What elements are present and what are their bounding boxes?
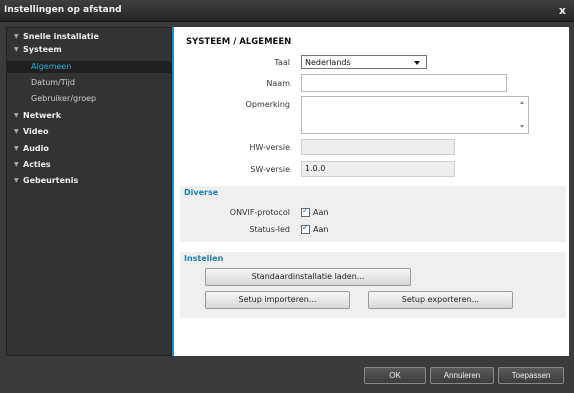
sidebar-item-snelle-installatie[interactable]: ▼ Snelle installatie [7,31,171,43]
check-icon: ✓ [302,206,309,215]
load-default-button[interactable]: Standaardinstallatie laden... [205,268,411,286]
sidebar-item-label: Acties [23,160,51,169]
sidebar-subitem-gebruiker-groep[interactable]: Gebruiker/groep [7,93,171,105]
ok-button[interactable]: OK [364,367,426,384]
chevron-down-icon [414,61,420,65]
main-panel: SYSTEEM / ALGEMEEN Taal Nederlands Naam … [172,27,569,356]
collapse-arrow-icon: ▼ [14,145,19,152]
sidebar-item-video[interactable]: ▼ Video [7,126,171,138]
hw-version-field [301,139,455,155]
language-select[interactable]: Nederlands [301,55,427,69]
sidebar-item-audio[interactable]: ▼ Audio [7,143,171,155]
naam-label: Naam [266,79,290,88]
status-led-checkbox[interactable]: ✓ [301,223,310,234]
onvif-checkbox[interactable]: ✓ [301,206,310,217]
instellen-group-title: Instellen [184,254,224,263]
collapse-arrow-icon: ▼ [14,161,19,168]
title-bar: Instellingen op afstand x [0,0,574,22]
sidebar-item-gebeurtenis[interactable]: ▼ Gebeurtenis [7,175,171,187]
sidebar-item-label: Video [23,127,49,136]
onvif-label: ONVIF-protocol [229,208,290,217]
collapse-arrow-icon: ▼ [14,177,19,184]
sidebar-item-acties[interactable]: ▼ Acties [7,159,171,171]
sidebar-item-systeem[interactable]: ▼ Systeem [7,44,171,56]
sidebar-item-label: Audio [23,144,49,153]
language-select-value: Nederlands [305,58,351,67]
window-title: Instellingen op afstand [4,5,122,15]
hw-versie-label: HW-versie [249,143,290,152]
apply-button[interactable]: Toepassen [498,367,564,384]
settings-window: Instellingen op afstand x ▼ Snelle insta… [0,0,574,393]
footer-bar: OK Annuleren Toepassen [0,356,574,393]
sidebar-nav: ▼ Snelle installatie ▼ Systeem Algemeen … [6,27,172,356]
status-led-label: Status-led [249,225,290,234]
comment-textarea[interactable] [301,96,529,134]
expand-arrow-icon: ▼ [14,46,19,53]
collapse-arrow-icon: ▼ [14,33,19,40]
scroll-up-icon[interactable] [520,101,524,104]
sidebar-subitem-label: Algemeen [31,62,72,71]
sw-versie-label: SW-versie [250,165,290,174]
diverse-group: Diverse ONVIF-protocol ✓ Aan Status-led … [180,186,566,242]
sidebar-item-netwerk[interactable]: ▼ Netwerk [7,110,171,122]
sidebar-subitem-algemeen[interactable]: Algemeen [7,61,171,73]
import-setup-button[interactable]: Setup importeren... [205,291,350,309]
sidebar-item-label: Systeem [23,45,62,54]
instellen-group: Instellen Standaardinstallatie laden... … [180,252,566,318]
status-led-checkbox-label: Aan [313,225,329,234]
sidebar-item-label: Snelle installatie [23,32,99,41]
scroll-down-icon[interactable] [520,125,524,128]
sidebar-subitem-datum-tijd[interactable]: Datum/Tijd [7,77,171,89]
export-setup-button[interactable]: Setup exporteren... [368,291,513,309]
sidebar-subitem-label: Datum/Tijd [31,78,75,87]
sidebar-subitem-label: Gebruiker/groep [31,94,97,103]
sw-version-field: 1.0.0 [301,161,455,177]
onvif-checkbox-label: Aan [313,208,329,217]
name-field[interactable] [301,74,507,92]
close-icon[interactable]: x [559,4,566,17]
collapse-arrow-icon: ▼ [14,128,19,135]
page-title: SYSTEEM / ALGEMEEN [186,37,292,47]
collapse-arrow-icon: ▼ [14,112,19,119]
opmerking-label: Opmerking [245,100,290,109]
sidebar-item-label: Netwerk [23,111,62,120]
cancel-button[interactable]: Annuleren [430,367,494,384]
taal-label: Taal [274,58,290,67]
sidebar-item-label: Gebeurtenis [23,176,79,185]
diverse-group-title: Diverse [184,188,219,197]
check-icon: ✓ [302,223,309,232]
